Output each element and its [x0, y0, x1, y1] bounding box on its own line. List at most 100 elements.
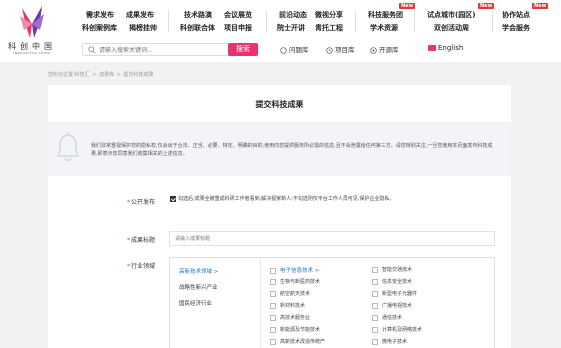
nav-frontier[interactable]: 前沿动态	[279, 10, 307, 20]
domain-category-strategic[interactable]: 战略性新兴产业	[179, 283, 218, 291]
checkbox[interactable]	[372, 290, 378, 297]
sub-item-label: 电子信息技术 >	[280, 268, 320, 274]
nav-academician[interactable]: 院士开讲	[277, 23, 305, 33]
site-header: 科创中国 INNOVATION CHINA 需求发布 成果发布 技术路演 会议展…	[0, 0, 561, 62]
checkbox[interactable]	[372, 338, 378, 345]
checkbox[interactable]	[372, 266, 378, 273]
title-input[interactable]	[175, 234, 485, 244]
new-badge: New	[532, 3, 549, 9]
checkbox[interactable]	[270, 338, 276, 345]
checkbox[interactable]	[372, 314, 378, 321]
nav-divider	[355, 10, 356, 32]
notice-text: 我们非常重视保护您的隐私权,仅会出于合法、正当、必要、特定、明确的目的,使用向您…	[91, 143, 493, 157]
checkbox[interactable]	[270, 302, 276, 309]
domain-label: *行业领域	[127, 261, 155, 270]
nav-pilot-city[interactable]: 试点城市(园区)	[427, 10, 475, 20]
domain-sub-item[interactable]: 电子信息技术 >	[270, 266, 319, 274]
checkbox[interactable]	[372, 326, 378, 333]
domain-category-national-economy[interactable]: 国民经济行业	[179, 299, 212, 307]
nav-divider	[492, 10, 493, 32]
nav-micro-video[interactable]: 微视分享	[315, 10, 343, 20]
checkbox[interactable]	[270, 267, 276, 274]
checkbox[interactable]	[372, 278, 378, 285]
nav-innovation-week[interactable]: 双创活动周	[434, 23, 469, 33]
open-source-icon	[370, 46, 377, 54]
main-nav: 需求发布 成果发布 技术路演 会议展览 前沿动态 微视分享 科技服务团 试点城市…	[0, 0, 561, 40]
page-title: 提交科技成果	[255, 100, 304, 109]
domain-sub-item[interactable]: 计算机及网络技术	[372, 326, 422, 333]
search-button[interactable]: 搜索	[228, 43, 258, 56]
language-english[interactable]: English	[428, 44, 463, 52]
nav-divider	[266, 10, 267, 32]
new-badge: New	[478, 3, 495, 9]
nav-demand-publish[interactable]: 需求发布	[86, 10, 114, 20]
checkbox[interactable]	[372, 302, 378, 309]
nav-academic[interactable]: 学术资源	[370, 23, 398, 33]
required-mark: *	[127, 199, 130, 206]
logo-text-en: INNOVATION CHINA	[13, 51, 51, 55]
nav-conference[interactable]: 会议展览	[224, 10, 252, 20]
sub-item-label: 通信技术	[382, 315, 403, 321]
nav-case-library[interactable]: 科创案例库	[82, 23, 117, 33]
checkbox[interactable]	[270, 314, 276, 321]
nav-tech-roadshow[interactable]: 技术路演	[184, 10, 212, 20]
quick-link-label: 开源库	[379, 46, 399, 54]
domain-sub-item[interactable]: 通信技术	[372, 314, 402, 321]
nav-open-competition[interactable]: 揭榜挂帅	[129, 23, 157, 33]
domain-selector: 高新技术领域 > 战略性新兴产业 国民经济行业 电子信息技术 > 生物与新医药技…	[169, 257, 495, 348]
quick-link-open-source[interactable]: 开源库	[370, 44, 399, 54]
domain-sub-item[interactable]: 智能交通技术	[372, 266, 412, 273]
domain-sub-item[interactable]: 新能源及节能技术	[270, 326, 320, 333]
quick-link-label: 问题库	[289, 46, 309, 54]
quick-link-projects[interactable]: 项目库	[326, 44, 355, 54]
sub-item-label: 生物与新医药技术	[280, 279, 321, 285]
domain-sub-item[interactable]: 广播电视技术	[372, 302, 412, 309]
domain-sub-item[interactable]: 高新技术改造传统产	[270, 338, 325, 345]
sub-item-label: 新材料技术	[280, 303, 306, 309]
sub-item-label: 广播电视技术	[382, 303, 413, 309]
domain-sub-item[interactable]: 信息安全技术	[372, 278, 412, 285]
privacy-notice: 我们非常重视保护您的隐私权,仅会出于合法、正当、必要、特定、明确的目的,使用向您…	[48, 123, 511, 176]
sub-item-label: 高技术服务业	[280, 315, 311, 321]
new-badge: New	[399, 3, 416, 9]
breadcrumb-sep: >	[92, 72, 97, 78]
label-text: 成果标题	[131, 237, 156, 244]
domain-category-hightech[interactable]: 高新技术领域 >	[179, 267, 218, 275]
nav-service-team[interactable]: 科技服务团	[368, 10, 403, 20]
clock-icon	[326, 46, 333, 54]
sub-item-label: 高新技术改造传统产	[280, 339, 326, 345]
public-publish-checkbox[interactable]	[170, 196, 176, 202]
nav-society-service[interactable]: 学会服务	[502, 23, 530, 33]
public-publish-description: 勾选后,成果全被重成科研工作者看到,解决视家新人;不勾选则仅平台工作人员可见,保…	[178, 196, 395, 202]
breadcrumb-current: 提交科技成果	[123, 72, 154, 78]
domain-sub-item[interactable]: 生物与新医药技术	[270, 278, 320, 285]
domain-sub-item[interactable]: 新型电子元器件	[372, 290, 417, 297]
flag-icon	[428, 45, 436, 51]
bell-icon	[56, 132, 80, 162]
language-label: English	[438, 44, 464, 52]
checkbox[interactable]	[270, 278, 276, 285]
search-input[interactable]	[99, 45, 227, 55]
nav-collab-site[interactable]: 协作站点	[502, 10, 530, 20]
nav-project-apply[interactable]: 项目申报	[224, 23, 252, 33]
checkbox[interactable]	[270, 326, 276, 333]
sub-item-label: 信息安全技术	[382, 279, 413, 285]
nav-youth[interactable]: 青托工程	[315, 23, 343, 33]
checkbox[interactable]	[270, 290, 276, 297]
domain-sub-item[interactable]: 新材料技术	[270, 302, 305, 309]
domain-sub-item[interactable]: 航空航天技术	[270, 290, 310, 297]
question-circle-icon	[280, 46, 287, 54]
domain-sub-item[interactable]: 高技术服务业	[270, 314, 310, 321]
title-input-box	[169, 231, 495, 246]
label-text: 行业领域	[131, 263, 156, 270]
domain-sub-item[interactable]: 微电子技术	[372, 338, 407, 345]
quick-link-problems[interactable]: 问题库	[280, 44, 309, 54]
required-mark: *	[127, 237, 130, 244]
title-label: *成果标题	[127, 235, 155, 244]
main-panel: 提交科技成果 我们非常重视保护您的隐私权,仅会出于合法、正当、必要、特定、明确的…	[48, 85, 511, 348]
breadcrumb-item[interactable]: 成果库	[99, 72, 114, 78]
nav-achievement-publish[interactable]: 成果发布	[126, 10, 154, 20]
nav-union[interactable]: 科创联合体	[180, 23, 215, 33]
domain-category-list: 高新技术领域 > 战略性新兴产业 国民经济行业	[170, 258, 261, 348]
breadcrumb-item[interactable]: 您所在位置:科技汇	[48, 72, 90, 78]
